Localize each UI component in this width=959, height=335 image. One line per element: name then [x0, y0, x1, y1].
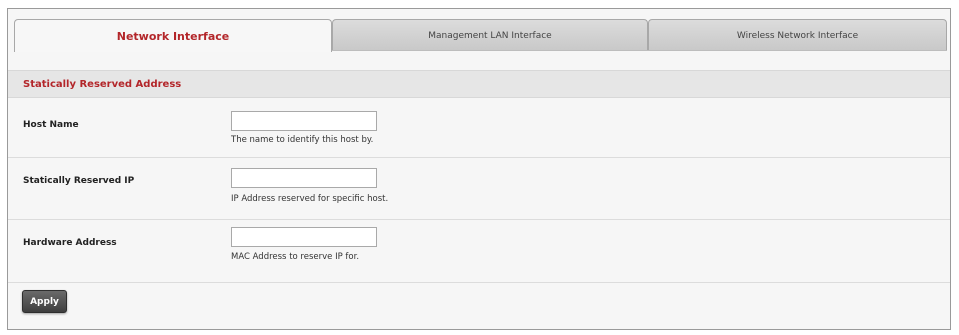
reserved-ip-input[interactable]: [231, 168, 377, 188]
section-title: Statically Reserved Address: [23, 78, 182, 90]
form-row-host-name: Host Name The name to identify this host…: [8, 99, 950, 158]
hardware-address-label: Hardware Address: [23, 238, 117, 248]
form-row-hardware-address: Hardware Address MAC Address to reserve …: [8, 220, 950, 283]
host-name-label: Host Name: [23, 120, 79, 130]
apply-button[interactable]: Apply: [22, 290, 67, 313]
reserved-ip-help: IP Address reserved for specific host.: [231, 194, 389, 204]
tab-bar: Network Interface Management LAN Interfa…: [14, 19, 947, 52]
tab-label: Wireless Network Interface: [736, 30, 859, 41]
hardware-address-input[interactable]: [231, 227, 377, 247]
section-header: Statically Reserved Address: [8, 70, 950, 98]
settings-panel: Network Interface Management LAN Interfa…: [7, 8, 951, 330]
tab-network-interface[interactable]: Network Interface: [14, 19, 332, 52]
hardware-address-help: MAC Address to reserve IP for.: [231, 252, 360, 262]
reserved-ip-label: Statically Reserved IP: [23, 176, 135, 186]
tab-wireless-network-interface[interactable]: Wireless Network Interface: [648, 19, 947, 51]
host-name-input[interactable]: [231, 111, 377, 131]
host-name-help: The name to identify this host by.: [231, 135, 374, 145]
form-row-reserved-ip: Statically Reserved IP IP Address reserv…: [8, 158, 950, 220]
tab-label: Network Interface: [116, 29, 230, 43]
tab-management-lan-interface[interactable]: Management LAN Interface: [332, 19, 648, 51]
tab-label: Management LAN Interface: [428, 30, 552, 41]
